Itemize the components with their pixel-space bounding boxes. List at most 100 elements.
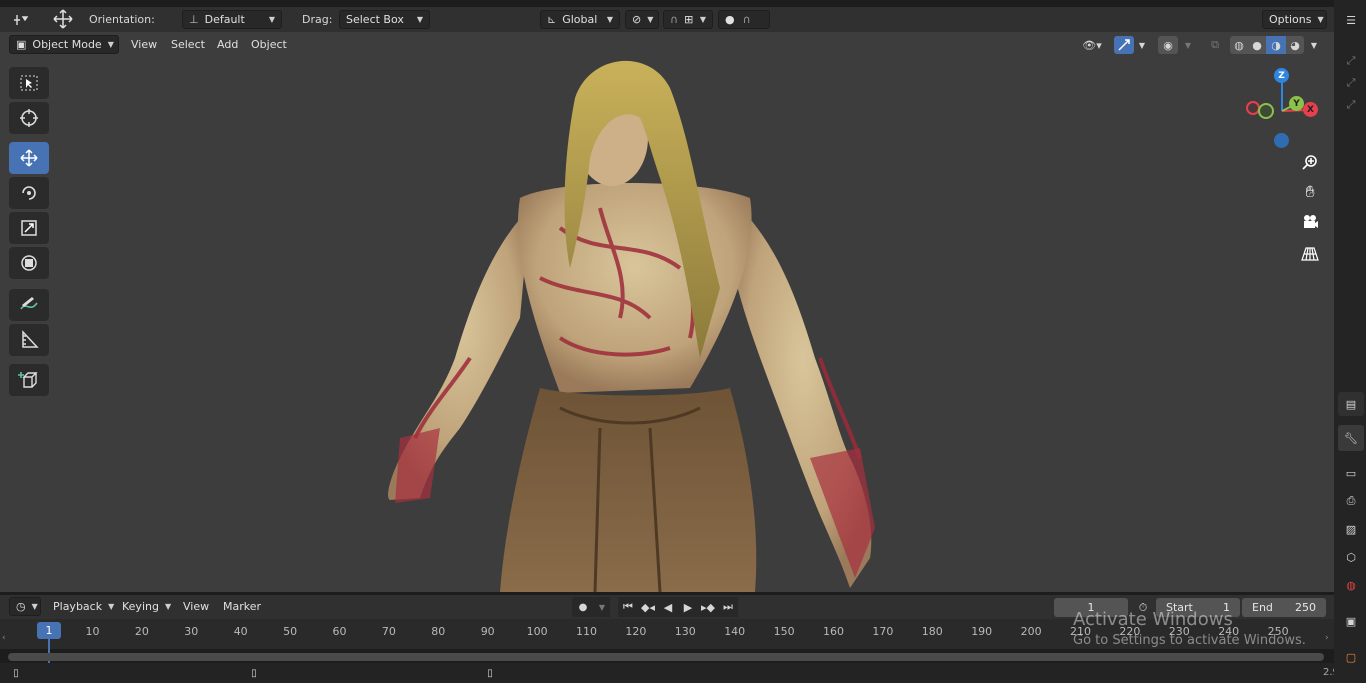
falloff-curve-icon: ∩ [742,13,751,26]
select-box-tool[interactable] [9,67,49,99]
menu-select[interactable]: Select [165,35,211,54]
material-shading-icon[interactable]: ◑ [1266,36,1286,54]
orientation-value: Default [204,13,245,26]
timeline-editor-type[interactable]: ◷ ▼ [9,597,41,616]
gizmo-toggle-icon[interactable] [1114,36,1134,54]
3d-viewport[interactable]: Z Y X ✋︎ [0,58,1334,592]
properties-editor-icon[interactable]: ▤ [1338,392,1364,416]
world-properties-icon[interactable]: ◍ [1340,574,1362,596]
record-icon[interactable]: ● [572,597,594,617]
navigation-gizmo[interactable]: Z Y X [1240,66,1320,156]
transform-orientation-value: Global [562,13,598,26]
mouse-left-icon: ▯ [13,667,19,679]
ruler-tick-label: 100 [526,625,548,638]
end-value: 250 [1295,601,1316,614]
object-properties-icon[interactable]: ▢ [1340,646,1362,668]
annotate-tool[interactable] [9,289,49,321]
collection-properties-icon[interactable]: ▣ [1340,610,1362,632]
scene-properties-icon[interactable]: ⬡ [1340,546,1362,568]
transform-orientation-dropdown[interactable]: ⊾ Global ▼ [540,10,620,29]
camera-view-icon[interactable] [1296,208,1324,236]
drag-dropdown[interactable]: Select Box ▼ [339,10,430,29]
gizmo-neg-z[interactable] [1274,133,1289,148]
ruler-tick-label: 160 [823,625,844,638]
chevron-down-icon[interactable]: ▼ [594,597,610,617]
editor-type-icon[interactable] [10,10,40,29]
menu-playback[interactable]: Playback ▼ [47,597,115,616]
xray-icon[interactable]: ⧉ [1205,36,1225,54]
menu-keying[interactable]: Keying ▼ [116,597,176,616]
ruler-right-arrow[interactable]: › [1325,633,1329,643]
chevron-down-icon: ▼ [1317,15,1324,24]
view-layer-icon[interactable]: ▨ [1340,518,1362,540]
transform-tool[interactable] [9,247,49,279]
wireframe-shading-icon[interactable]: ◍ [1230,36,1248,54]
playback-label: Playback [53,600,103,613]
chevron-down-icon: ▼ [31,602,38,611]
end-label: End [1252,601,1273,614]
tool-properties-icon[interactable]: 🔧︎ [1338,425,1364,451]
menu-marker[interactable]: Marker [217,597,267,616]
mouse-right-icon: ▯ [487,667,493,679]
options-dropdown[interactable]: Options ▼ [1262,10,1327,29]
menu-timeline-view[interactable]: View [177,597,215,616]
timeline-scrollbar[interactable] [8,653,1324,661]
ruler-tick-label: 150 [773,625,795,638]
outliner-icon[interactable]: ☰ [1340,10,1362,30]
ruler-tick-label: 110 [576,625,597,638]
ruler-tick-label: 60 [332,625,347,638]
jump-end-icon[interactable]: ⏭︎ [718,597,738,617]
gizmo-z-axis[interactable]: Z [1274,68,1289,83]
play-reverse-icon[interactable]: ◀ [658,597,678,617]
menu-object[interactable]: Object [245,35,293,54]
ruler-tick-label: 140 [724,625,746,638]
move-tool[interactable] [9,142,49,174]
play-icon[interactable]: ▶ [678,597,698,617]
visibility-icon[interactable]: 👁︎▾ [1076,37,1108,53]
orientation-dropdown[interactable]: ⊥ Default ▼ [182,10,282,29]
menu-view[interactable]: View [125,35,163,54]
ruler-left-arrow[interactable]: ‹ [2,633,6,643]
pin-icon-3[interactable]: ⤢ [1342,96,1360,114]
chevron-down-icon[interactable]: ▼ [1182,38,1194,52]
gizmo-x-axis[interactable]: X [1303,102,1318,117]
render-properties-icon[interactable]: ▭ [1340,462,1362,484]
keying-label: Keying [122,600,159,613]
zoom-icon[interactable] [1296,148,1324,176]
chevron-down-icon[interactable]: ▼ [1136,38,1148,52]
pin-icon-2[interactable]: ⤢ [1342,74,1360,92]
object-mode-icon: ▣ [16,38,27,51]
snap-toggle[interactable]: ∩ ⊞ ▼ [663,10,713,29]
output-properties-icon[interactable]: ⎙ [1340,490,1362,512]
measure-tool[interactable] [9,324,49,356]
playhead-frame-badge[interactable]: 1 [37,622,61,639]
pan-hand-icon[interactable]: ✋︎ [1296,178,1324,206]
cursor-tool[interactable] [9,102,49,134]
rotate-tool[interactable] [9,177,49,209]
chevron-down-icon[interactable]: ▼ [1308,38,1320,52]
perspective-grid-icon[interactable] [1296,240,1324,268]
add-cube-tool[interactable] [9,364,49,396]
drag-label: Drag: [302,13,333,26]
gizmo-y-axis[interactable]: Y [1289,96,1304,111]
scale-tool[interactable] [9,212,49,244]
proportional-edit-toggle[interactable]: ● ∩ [718,10,770,29]
solid-shading-icon[interactable]: ● [1248,36,1266,54]
menu-add[interactable]: Add [211,35,244,54]
rendered-shading-icon[interactable]: ◕ [1286,36,1304,54]
overlays-icon[interactable]: ◉ [1158,36,1178,54]
mode-dropdown[interactable]: ▣ Object Mode ▼ [9,35,119,54]
move-gizmo-icon[interactable] [48,8,78,30]
pin-icon-1[interactable]: ⤢ [1342,52,1360,70]
watermark-line1: Activate Windows [1073,609,1233,630]
y-label: Y [1293,98,1300,109]
chevron-down-icon: ▼ [268,15,275,24]
gizmo-neg-y[interactable] [1258,103,1274,119]
chevron-down-icon: ▼ [699,15,706,24]
end-frame-field[interactable]: End 250 [1242,598,1326,617]
prev-keyframe-icon[interactable]: ◆◂ [638,597,658,617]
pivot-point-dropdown[interactable]: ⊘ ▼ [625,10,659,29]
next-keyframe-icon[interactable]: ▸◆ [698,597,718,617]
ruler-tick-label: 30 [184,625,199,638]
jump-start-icon[interactable]: ⏮︎ [618,597,638,617]
